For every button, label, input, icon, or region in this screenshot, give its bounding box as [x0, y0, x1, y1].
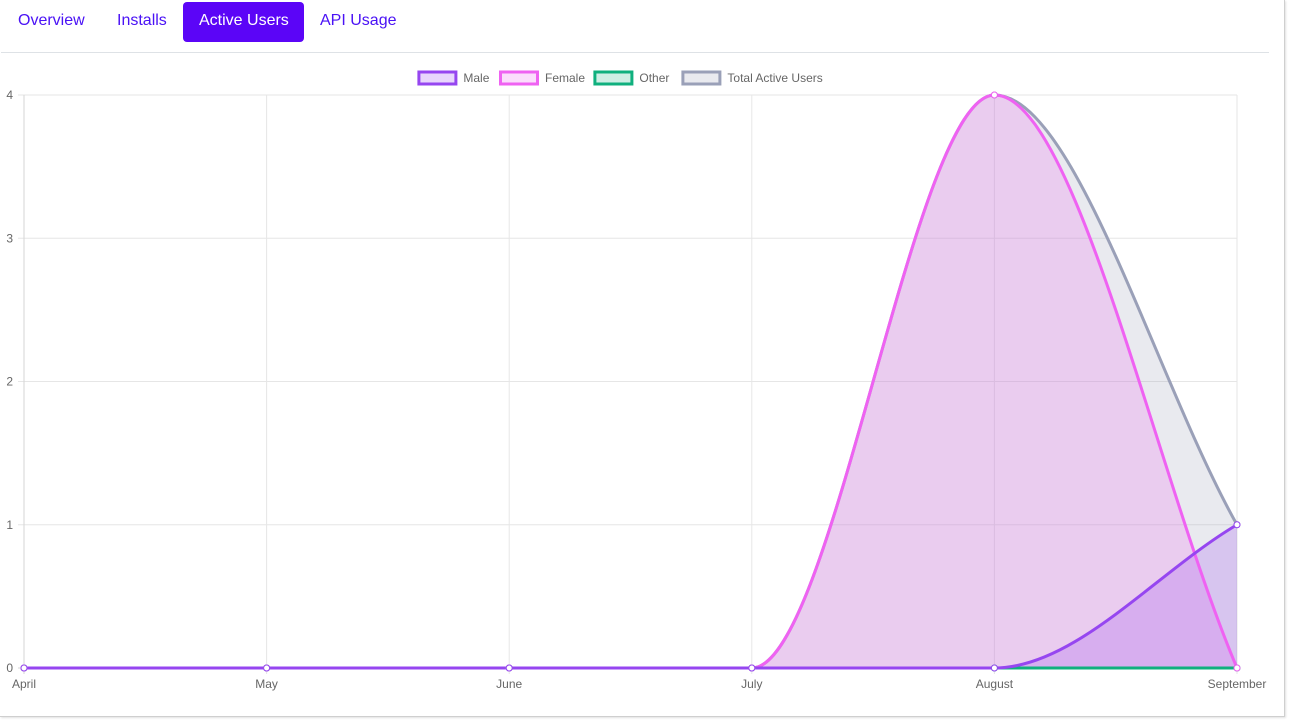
male-point — [263, 664, 271, 672]
male-point — [505, 664, 513, 672]
x-tick-label: August — [976, 677, 1014, 691]
y-tick-label: 0 — [6, 661, 13, 675]
active-users-panel: Overview Installs Active Users API Usage… — [0, 0, 1285, 717]
x-tick-label: April — [12, 677, 36, 691]
male-point — [20, 664, 28, 672]
x-tick-label: September — [1208, 677, 1267, 691]
female-point — [990, 91, 998, 99]
y-tick-label: 1 — [6, 518, 13, 532]
legend-swatch-total-active-users — [681, 70, 722, 86]
y-tick-label: 2 — [6, 375, 13, 389]
y-tick-label: 3 — [6, 231, 13, 245]
legend-swatch-other — [593, 70, 634, 86]
y-tick-label: 4 — [6, 88, 13, 102]
x-tick-label: June — [496, 677, 522, 691]
male-point — [748, 664, 756, 672]
active-users-chart: 0 1 2 3 4 April May June July August September Mal… — [6, 70, 1267, 691]
legend-swatch-female — [499, 70, 539, 86]
male-point — [1233, 521, 1241, 529]
male-point — [990, 664, 998, 672]
x-tick-label: May — [255, 677, 278, 691]
x-tick-label: July — [741, 677, 762, 691]
legend-swatch-male — [417, 70, 458, 86]
legend-label-other: Other — [639, 71, 669, 85]
chart-legend[interactable]: Male Female Other Total Active Users — [417, 70, 823, 86]
legend-label-male: Male — [463, 71, 489, 85]
legend-label-female: Female — [545, 71, 585, 85]
female-point — [1233, 664, 1241, 672]
legend-label-total-active-users: Total Active Users — [727, 71, 822, 85]
